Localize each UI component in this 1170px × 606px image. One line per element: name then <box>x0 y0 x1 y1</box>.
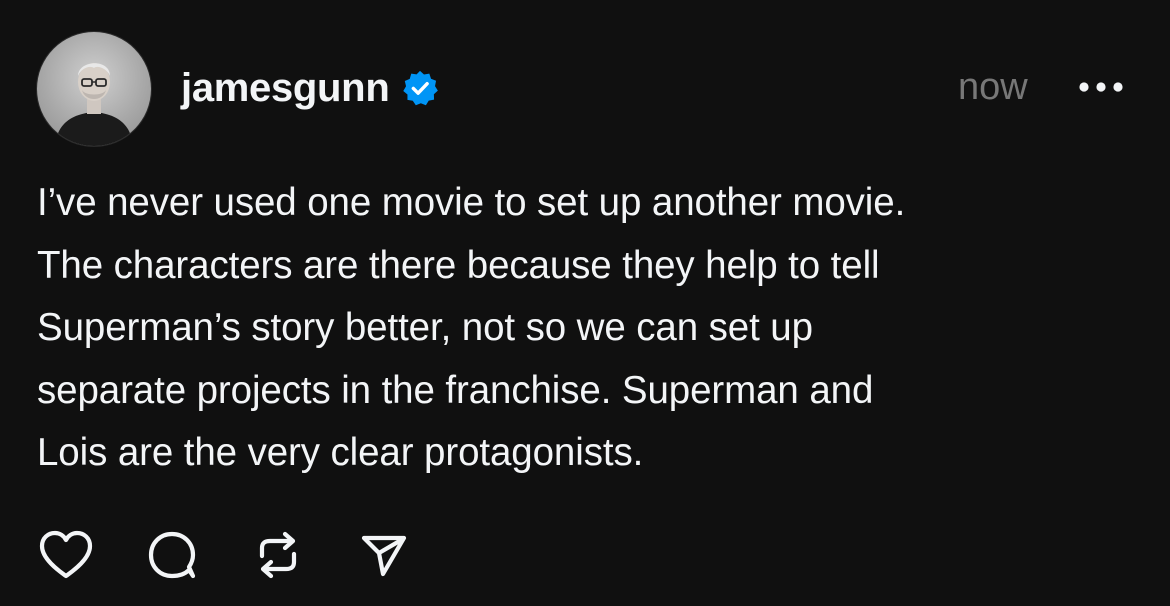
more-icon <box>1079 82 1123 92</box>
share-button[interactable] <box>355 526 413 584</box>
author-row: jamesgunn <box>181 62 439 114</box>
more-button[interactable] <box>1076 70 1126 104</box>
heart-icon <box>39 530 93 579</box>
post-text: I’ve never used one movie to set up anot… <box>37 181 906 474</box>
repost-button[interactable] <box>249 526 307 584</box>
timestamp: now <box>958 66 1028 108</box>
thread-post: jamesgunn now I’ve never used one movie … <box>0 0 1170 606</box>
profile-photo-icon <box>55 63 133 146</box>
verified-badge-icon <box>401 69 439 107</box>
avatar[interactable] <box>37 32 151 146</box>
reply-button[interactable] <box>143 526 201 584</box>
post-actions <box>37 526 413 584</box>
comment-icon <box>148 531 196 579</box>
repost-icon <box>259 531 297 579</box>
send-icon <box>361 535 407 577</box>
like-button[interactable] <box>37 526 95 584</box>
username[interactable]: jamesgunn <box>181 66 390 111</box>
